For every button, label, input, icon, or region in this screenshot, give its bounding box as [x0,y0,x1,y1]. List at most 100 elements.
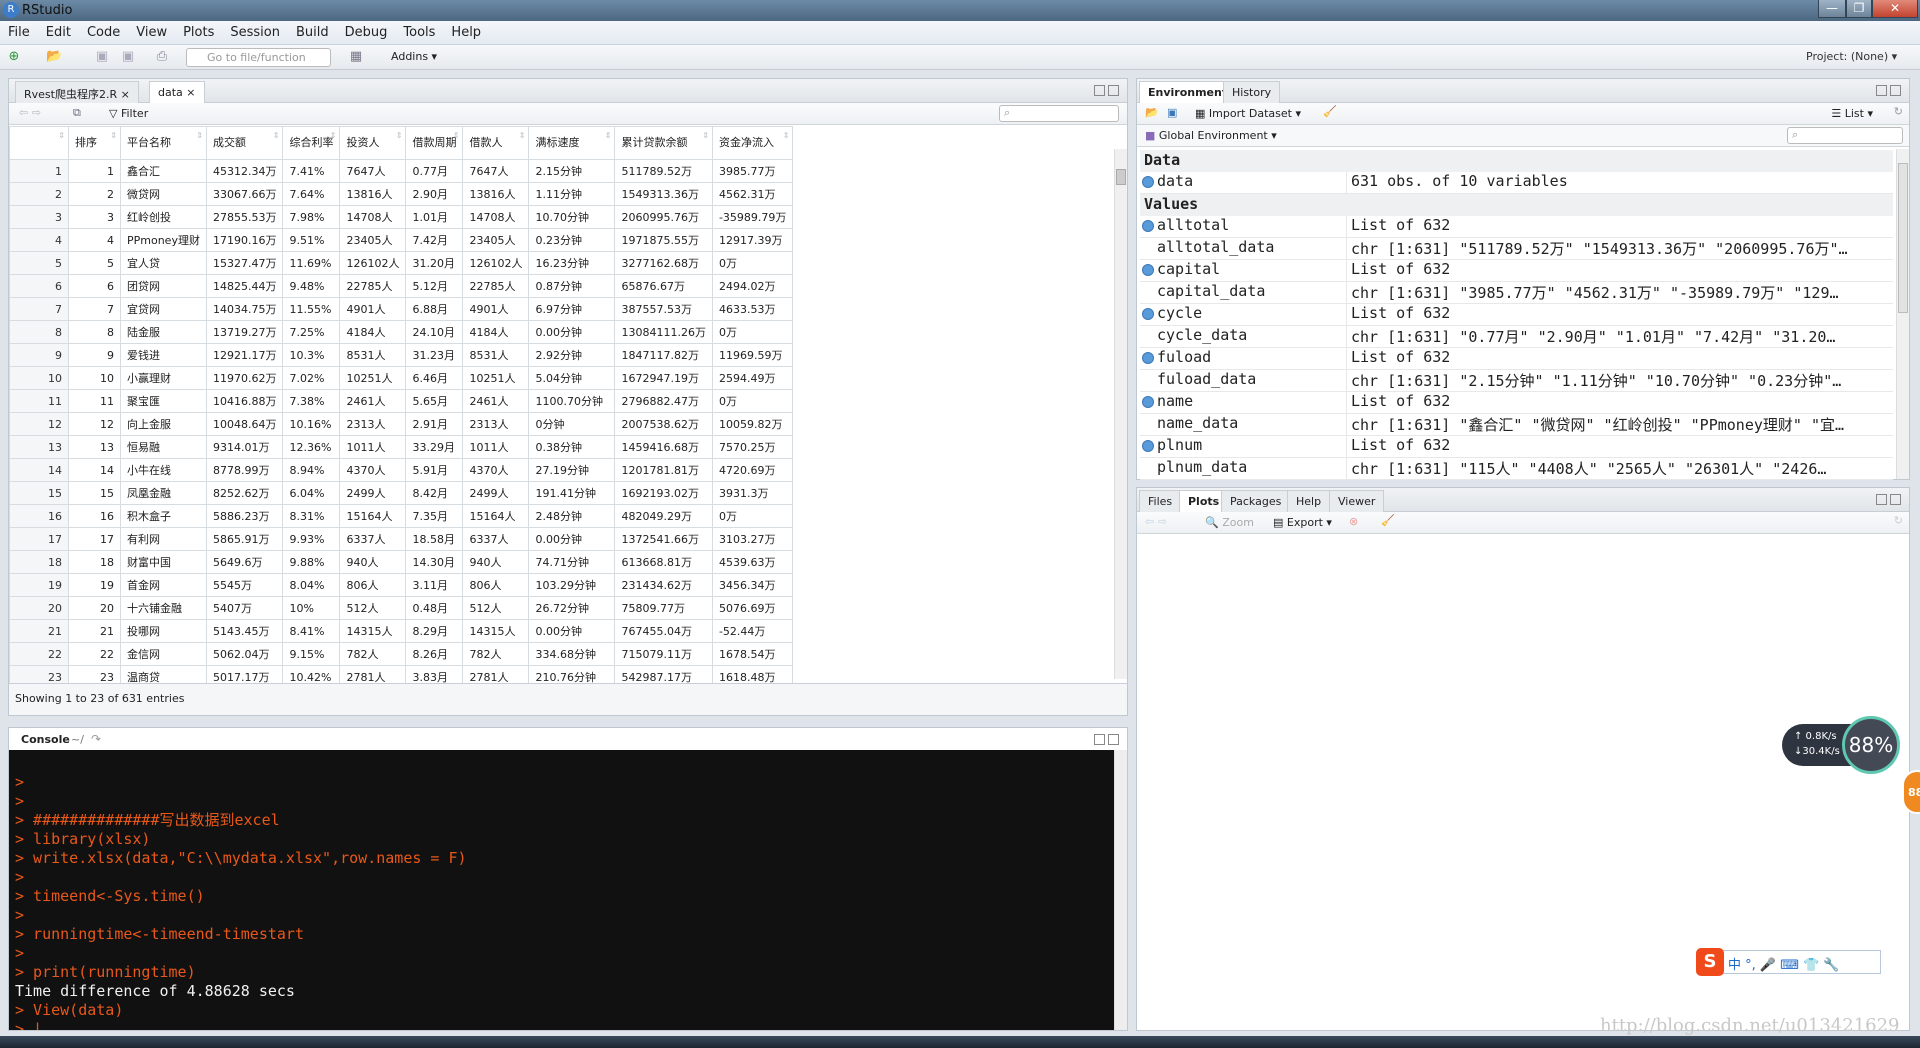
menu-code[interactable]: Code [79,21,128,40]
expand-icon[interactable] [1142,220,1154,232]
env-row[interactable]: cycle_data chr [1:631] "0.77月" "2.90月" "1… [1140,326,1893,348]
minimize-button[interactable]: — [1818,0,1846,18]
column-header[interactable]: 投资人 [339,126,407,160]
refresh-icon[interactable]: ↻ [1894,105,1903,118]
remove-plot-icon[interactable]: ⊗ [1349,515,1358,528]
load-workspace-icon[interactable]: 📂 [1145,106,1159,119]
plots-min-max[interactable] [1873,494,1901,506]
env-row[interactable]: capital List of 632 [1140,260,1893,282]
menu-build[interactable]: Build [288,21,337,40]
env-value: List of 632 [1351,304,1451,322]
expand-icon[interactable] [1142,308,1154,320]
column-header[interactable]: 累计贷款余额 [614,126,713,160]
menu-view[interactable]: View [128,21,175,40]
expand-icon[interactable] [1142,440,1154,452]
env-row[interactable]: plnum List of 632 [1140,436,1893,458]
addins-menu[interactable]: Addins ▾ [391,50,437,63]
new-file-icon[interactable]: ⊕ [6,49,22,65]
save-all-icon[interactable]: ▣ [120,49,136,65]
column-header[interactable]: 借款周期 [405,126,464,160]
prev-plot-icon[interactable]: ⇦ ⇨ [1145,515,1167,528]
env-row[interactable]: name List of 632 [1140,392,1893,414]
column-header[interactable]: 借款人 [462,126,530,160]
menu-plots[interactable]: Plots [175,21,222,40]
expand-icon[interactable] [1142,352,1154,364]
console-line: > library(xlsx) [15,830,151,848]
env-min-max[interactable] [1873,85,1901,97]
zoom-button[interactable]: 🔍 Zoom [1205,516,1254,529]
go-to-file-input[interactable]: Go to file/function [186,48,331,67]
menu-file[interactable]: File [0,21,38,40]
go-to-directory-icon[interactable]: ↷ [91,732,101,746]
column-header[interactable]: 排序 [68,126,121,160]
table-cell: 4562.31万 [711,182,794,206]
env-search-input[interactable]: ⌕ [1787,127,1903,144]
column-header[interactable]: 满标速度 [528,126,616,160]
column-header[interactable]: 资金净流入 [711,126,794,160]
save-workspace-icon[interactable]: ▣ [1167,106,1177,119]
refresh-plots-icon[interactable]: ↻ [1894,514,1903,527]
floating-badge[interactable]: 88 [1902,770,1920,814]
table-cell: 5.91月 [405,458,464,482]
tab-files[interactable]: Files [1139,490,1182,512]
expand-icon[interactable] [1142,176,1154,188]
view-mode-list[interactable]: ☰ List ▾ [1831,107,1873,120]
close-button[interactable]: ✕ [1872,0,1918,18]
console-line: > [15,944,25,962]
tab-history[interactable]: History [1223,81,1281,103]
tab-rvest-script[interactable]: Rvest爬虫程序2.R × [15,81,139,103]
menu-debug[interactable]: Debug [337,21,396,40]
column-header[interactable]: 成交额 [205,126,284,160]
clear-plots-broom-icon[interactable]: 🧹 [1381,514,1395,527]
env-row[interactable]: capital_data chr [1:631] "3985.77万" "4562… [1140,282,1893,304]
table-scrollbar[interactable] [1114,149,1127,679]
env-row[interactable]: data 631 obs. of 10 variables [1140,172,1893,194]
save-icon[interactable]: ▣ [94,49,110,65]
expand-icon[interactable] [1142,264,1154,276]
tab-help[interactable]: Help [1287,490,1331,512]
menu-tools[interactable]: Tools [395,21,443,40]
import-dataset-button[interactable]: ▦ Import Dataset ▾ [1195,107,1301,120]
show-in-window-icon[interactable]: ⧉ [73,106,81,120]
env-row[interactable]: alltotal List of 632 [1140,216,1893,238]
env-row[interactable]: fuload List of 632 [1140,348,1893,370]
console-output[interactable]: > > > ##############写出数据到excel > library(xl… [9,750,1127,1030]
env-row[interactable]: cycle List of 632 [1140,304,1893,326]
pane-min-max[interactable] [1091,85,1119,97]
menu-help[interactable]: Help [443,21,489,40]
console-min-max[interactable] [1091,734,1119,746]
open-file-icon[interactable]: 📂 [46,49,62,65]
export-button[interactable]: ▤ Export ▾ [1273,516,1332,529]
table-cell: 45312.34万 [205,159,284,183]
env-row[interactable]: fuload_data chr [1:631] "2.15分钟" "1.11分钟"… [1140,370,1893,392]
window-title: RStudio [22,3,73,18]
env-row[interactable]: plnum_data chr [1:631] "115人" "4408人" "25… [1140,458,1893,480]
restore-button[interactable]: ❐ [1846,0,1872,18]
env-row[interactable]: alltotal_data chr [1:631] "511789.52万" "1… [1140,238,1893,260]
filter-button[interactable]: ▽ Filter [109,107,148,120]
back-icon[interactable]: ⇦ ⇨ [19,106,41,119]
project-menu[interactable]: Project: (None) ▾ [1806,50,1897,63]
expand-icon[interactable] [1142,396,1154,408]
ime-toolbar[interactable]: S 中 °, 🎤 ⌨ 👕 🔧 [1696,948,1881,976]
menu-edit[interactable]: Edit [38,21,79,40]
tab-data[interactable]: data × [149,81,205,104]
tab-environment[interactable]: Environment [1139,81,1237,104]
tab-viewer[interactable]: Viewer [1329,490,1385,512]
table-cell: 1011人 [462,435,530,459]
global-environment-menu[interactable]: ■ Global Environment ▾ [1145,129,1277,142]
table-search-input[interactable]: ⌕ [999,105,1119,122]
memory-usage-gauge[interactable]: 88% [1842,716,1900,774]
console-scrollbar[interactable] [1114,750,1127,1030]
pane-layout-icon[interactable]: ▦ [348,49,364,65]
print-icon[interactable]: ⎙ [154,49,170,65]
column-header[interactable]: 综合利率 [282,126,341,160]
menu-session[interactable]: Session [222,21,288,40]
tab-packages[interactable]: Packages [1221,490,1291,512]
clear-workspace-broom-icon[interactable]: 🧹 [1323,105,1337,118]
zoom-label: Zoom [1222,516,1254,529]
column-header[interactable]: 平台名称 [120,126,207,160]
env-row[interactable]: name_data chr [1:631] "鑫合汇" "微贷网" "红岭创投" … [1140,414,1893,436]
table-cell: 7.64% [282,182,341,206]
env-scrollbar[interactable] [1896,149,1909,479]
